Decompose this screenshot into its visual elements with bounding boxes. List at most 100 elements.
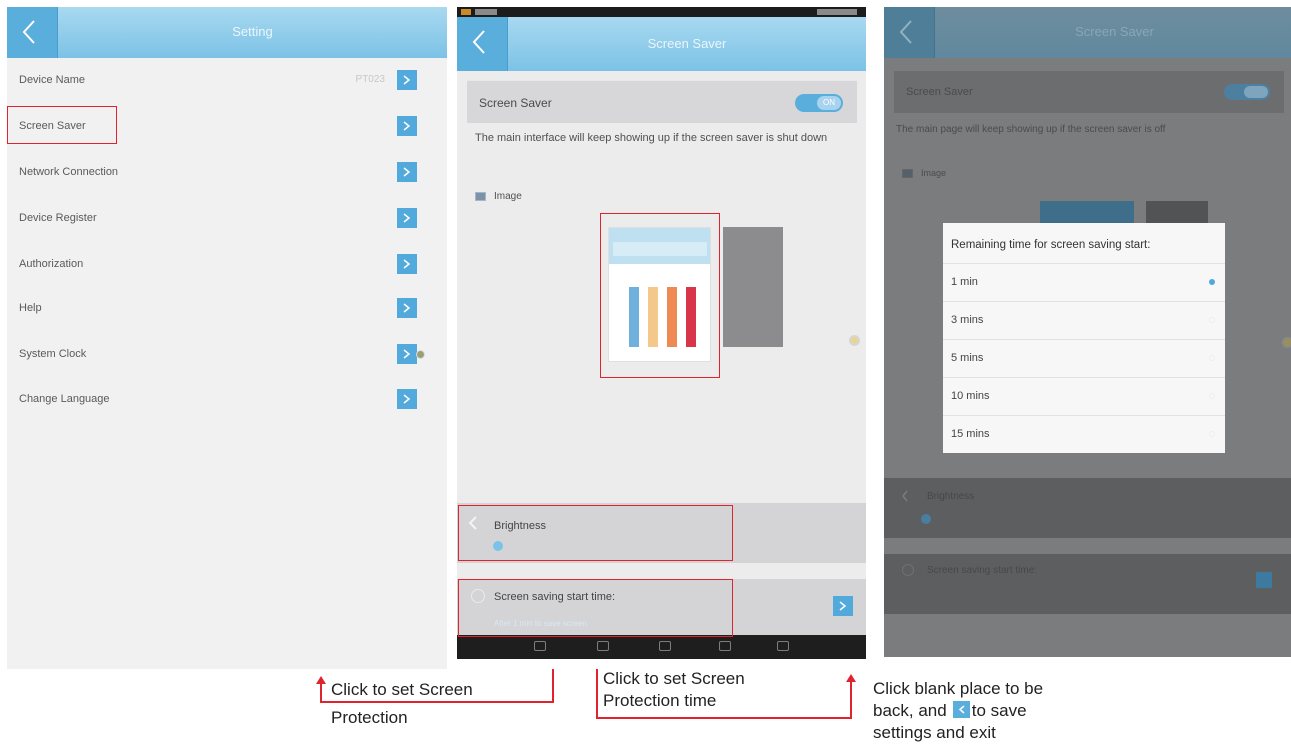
setting-row-help[interactable]: Help [7,286,447,332]
time-option[interactable]: 10 mins [943,377,1225,415]
screen-saver-thumbnail-alt[interactable] [723,227,783,347]
chevron-right-button [1256,572,1272,588]
setting-row-authorization[interactable]: Authorization [7,242,447,288]
chevron-right-button[interactable] [833,596,853,616]
radio-icon [1209,355,1215,361]
setting-row-system-clock[interactable]: System Clock [7,332,447,378]
back-nav-icon[interactable] [597,641,609,651]
page-title: Screen Saver [647,36,727,51]
caption-line: Click blank place to be [873,679,1044,698]
setting-row-device-register[interactable]: Device Register [7,196,447,242]
chevron-right-button[interactable] [397,162,417,182]
screen-saver-thumbnail [1040,201,1134,223]
radio-icon [1209,393,1215,399]
chevron-right-button[interactable] [397,254,417,274]
toggle-label: Screen Saver [479,96,552,110]
setting-label: System Clock [19,348,87,360]
volume-up-icon[interactable] [777,641,789,651]
radio-selected-icon [1209,279,1215,285]
chevron-right-button[interactable] [397,298,417,318]
connector-line [320,683,322,703]
screen-saver-toggle-row: Screen Saver ON [467,80,857,123]
floating-assist-icon[interactable] [1282,337,1291,348]
chevron-right-icon [403,303,411,313]
floating-assist-icon[interactable] [849,335,860,346]
chevron-left-icon [22,20,35,44]
caption-line: Protection time [603,691,717,710]
screen-saver-thumbnail-alt [1146,201,1208,223]
caption-line: Protection [331,708,408,727]
chevron-right-button[interactable] [397,344,417,364]
notification-icon [461,9,471,15]
chevron-right-icon [839,601,847,611]
screen-saver-toggle[interactable] [1224,84,1270,100]
image-option-label: Image [494,191,522,202]
chevron-right-icon [403,349,411,359]
volume-down-icon[interactable] [534,641,546,651]
toggle-state: ON [817,96,841,110]
time-dialog-screen[interactable]: Screen Saver Screen Saver The main page … [884,7,1291,657]
floating-assist-icon[interactable] [416,350,425,359]
time-select-dialog: Remaining time for screen saving start: … [943,223,1225,453]
chevron-right-icon [403,394,411,404]
header-bar: Screen Saver [457,17,866,71]
radio-icon [1209,317,1215,323]
setting-row-change-language[interactable]: Change Language [7,377,447,423]
screen-saver-toggle[interactable]: ON [795,94,843,112]
time-option-label: 1 min [951,276,978,288]
caption-line: back, and to save [873,700,1043,722]
page-title: Screen Saver [1075,24,1154,39]
connector-line [596,669,598,719]
screen-saver-description: The main interface will keep showing up … [475,132,828,144]
back-button[interactable] [7,7,58,58]
time-option[interactable]: 1 min [943,263,1225,301]
arrow-up-icon [316,676,326,684]
toggle-label: Screen Saver [906,86,973,98]
back-button[interactable] [457,17,508,71]
caption-save-exit: Click blank place to be back, and to save… [873,678,1043,744]
caption-line: Click to set Screen [603,669,745,688]
image-option[interactable]: Image [475,191,522,202]
setting-row-device-name[interactable]: Device Name PT023 [7,58,447,104]
caption-text: back, and [873,701,947,720]
connector-line [552,669,554,703]
back-button-icon [952,701,970,718]
dialog-title: Remaining time for screen saving start: [951,239,1151,251]
battery-icon [817,9,857,15]
time-option[interactable]: 5 mins [943,339,1225,377]
notification-icon [475,9,497,15]
image-icon [475,191,486,201]
setting-label: Device Name [19,74,86,86]
setting-row-network-connection[interactable]: Network Connection [7,150,447,196]
start-time-row: Screen saving start time: [884,554,1291,614]
connector-line [596,717,852,719]
status-bar [457,7,866,17]
setting-label: Device Register [19,212,97,224]
caption-text: to save [971,701,1027,720]
chevron-right-button[interactable] [397,70,417,90]
arrow-up-icon [846,674,856,682]
toggle-thumb [1244,86,1268,98]
highlight-box-start-time [458,579,733,637]
setting-label: Network Connection [19,166,119,178]
chevron-left-icon [472,30,485,54]
time-option-label: 3 mins [951,314,984,326]
time-option[interactable]: 15 mins [943,415,1225,453]
chevron-right-button[interactable] [397,208,417,228]
radio-icon [1209,431,1215,437]
recent-apps-icon[interactable] [719,641,731,651]
time-option-label: 15 mins [951,428,990,440]
screen-saver-description: The main page will keep showing up if th… [896,124,1166,135]
time-option[interactable]: 3 mins [943,301,1225,339]
chevron-right-button[interactable] [397,389,417,409]
back-button[interactable] [884,7,935,58]
device-name-value: PT023 [355,74,385,85]
start-time-label: Screen saving start time: [927,565,1038,576]
image-option[interactable]: Image [902,168,946,179]
home-icon[interactable] [659,641,671,651]
chevron-right-icon [403,213,411,223]
caption-line: settings and exit [873,723,996,742]
chevron-right-icon [403,167,411,177]
chevron-right-button[interactable] [397,116,417,136]
setting-label: Change Language [19,393,110,405]
